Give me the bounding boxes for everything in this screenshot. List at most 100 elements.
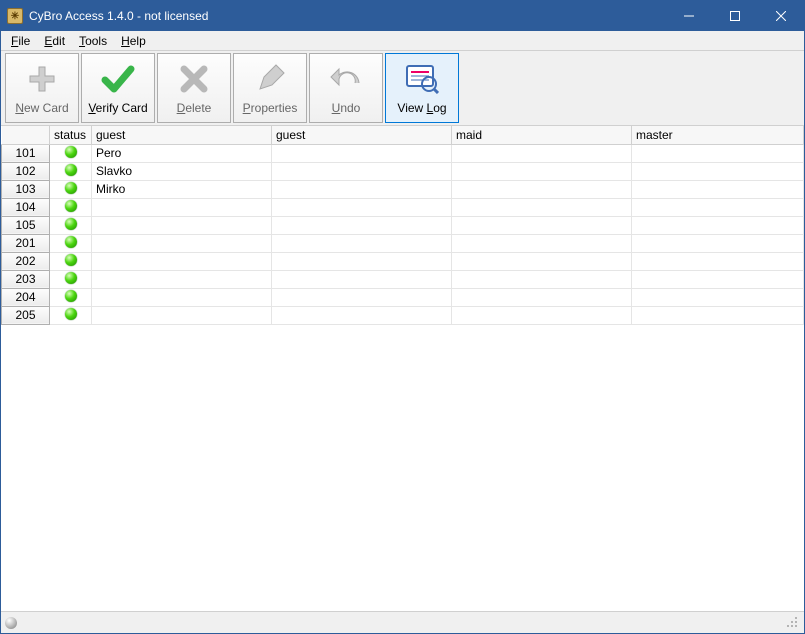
maid-cell[interactable] (452, 198, 632, 216)
row-header[interactable]: 102 (2, 162, 50, 180)
guest2-cell[interactable] (272, 216, 452, 234)
table-row[interactable]: 201 (2, 234, 804, 252)
row-header[interactable]: 201 (2, 234, 50, 252)
col-maid[interactable]: maid (452, 126, 632, 144)
toolbar: New Card Verify Card Delete Properties U… (1, 51, 804, 126)
status-indicator-icon (5, 617, 17, 629)
maximize-button[interactable] (712, 1, 758, 31)
master-cell[interactable] (632, 198, 804, 216)
close-button[interactable] (758, 1, 804, 31)
guest-cell[interactable] (92, 270, 272, 288)
guest2-cell[interactable] (272, 144, 452, 162)
maid-cell[interactable] (452, 288, 632, 306)
menu-bar: File Edit Tools Help (1, 31, 804, 51)
maid-cell[interactable] (452, 234, 632, 252)
maid-cell[interactable] (452, 252, 632, 270)
status-cell[interactable] (50, 144, 92, 162)
new-card-button[interactable]: New Card (5, 53, 79, 123)
guest2-cell[interactable] (272, 306, 452, 324)
master-cell[interactable] (632, 216, 804, 234)
verify-card-button[interactable]: Verify Card (81, 53, 155, 123)
row-header[interactable]: 204 (2, 288, 50, 306)
guest2-cell[interactable] (272, 162, 452, 180)
guest-cell[interactable] (92, 288, 272, 306)
table-row[interactable]: 202 (2, 252, 804, 270)
table-row[interactable]: 102 Slavko (2, 162, 804, 180)
guest-cell[interactable] (92, 216, 272, 234)
status-cell[interactable] (50, 288, 92, 306)
master-cell[interactable] (632, 288, 804, 306)
status-cell[interactable] (50, 306, 92, 324)
status-cell[interactable] (50, 270, 92, 288)
menu-help[interactable]: Help (115, 33, 152, 49)
menu-edit[interactable]: Edit (38, 33, 71, 49)
column-header-row: status guest guest maid master (2, 126, 804, 144)
maid-cell[interactable] (452, 306, 632, 324)
master-cell[interactable] (632, 162, 804, 180)
table-row[interactable]: 104 (2, 198, 804, 216)
delete-button[interactable]: Delete (157, 53, 231, 123)
minimize-button[interactable] (666, 1, 712, 31)
maid-cell[interactable] (452, 180, 632, 198)
guest-cell[interactable]: Slavko (92, 162, 272, 180)
pencil-icon (252, 61, 288, 97)
guest-cell[interactable]: Mirko (92, 180, 272, 198)
maid-cell[interactable] (452, 162, 632, 180)
master-cell[interactable] (632, 306, 804, 324)
table-row[interactable]: 103 Mirko (2, 180, 804, 198)
status-cell[interactable] (50, 234, 92, 252)
minimize-icon (684, 11, 694, 21)
guest2-cell[interactable] (272, 198, 452, 216)
col-master[interactable]: master (632, 126, 804, 144)
view-log-button[interactable]: View Log (385, 53, 459, 123)
guest2-cell[interactable] (272, 234, 452, 252)
properties-button[interactable]: Properties (233, 53, 307, 123)
data-grid[interactable]: status guest guest maid master 101Pero10… (1, 126, 804, 611)
guest-cell[interactable]: Pero (92, 144, 272, 162)
table-row[interactable]: 101 Pero (2, 144, 804, 162)
col-rowhdr[interactable] (2, 126, 50, 144)
guest2-cell[interactable] (272, 180, 452, 198)
menu-file[interactable]: File (5, 33, 36, 49)
resize-grip-icon[interactable] (786, 616, 800, 630)
maid-cell[interactable] (452, 144, 632, 162)
guest-cell[interactable] (92, 306, 272, 324)
table-row[interactable]: 205 (2, 306, 804, 324)
col-status[interactable]: status (50, 126, 92, 144)
row-header[interactable]: 101 (2, 144, 50, 162)
guest2-cell[interactable] (272, 270, 452, 288)
col-guest2[interactable]: guest (272, 126, 452, 144)
status-cell[interactable] (50, 216, 92, 234)
guest2-cell[interactable] (272, 252, 452, 270)
row-header[interactable]: 202 (2, 252, 50, 270)
status-cell[interactable] (50, 180, 92, 198)
master-cell[interactable] (632, 180, 804, 198)
col-guest1[interactable]: guest (92, 126, 272, 144)
maid-cell[interactable] (452, 216, 632, 234)
table-row[interactable]: 203 (2, 270, 804, 288)
guest2-cell[interactable] (272, 288, 452, 306)
master-cell[interactable] (632, 144, 804, 162)
row-header[interactable]: 104 (2, 198, 50, 216)
table-row[interactable]: 105 (2, 216, 804, 234)
menu-tools[interactable]: Tools (73, 33, 113, 49)
title-bar: ✳ CyBro Access 1.4.0 - not licensed (1, 1, 804, 31)
master-cell[interactable] (632, 270, 804, 288)
maid-cell[interactable] (452, 270, 632, 288)
table-row[interactable]: 204 (2, 288, 804, 306)
guest-cell[interactable] (92, 198, 272, 216)
undo-button[interactable]: Undo (309, 53, 383, 123)
maximize-icon (730, 11, 740, 21)
row-header[interactable]: 105 (2, 216, 50, 234)
master-cell[interactable] (632, 252, 804, 270)
guest-cell[interactable] (92, 252, 272, 270)
status-dot-icon (65, 200, 77, 212)
master-cell[interactable] (632, 234, 804, 252)
status-cell[interactable] (50, 162, 92, 180)
row-header[interactable]: 103 (2, 180, 50, 198)
row-header[interactable]: 203 (2, 270, 50, 288)
status-cell[interactable] (50, 198, 92, 216)
status-cell[interactable] (50, 252, 92, 270)
guest-cell[interactable] (92, 234, 272, 252)
row-header[interactable]: 205 (2, 306, 50, 324)
